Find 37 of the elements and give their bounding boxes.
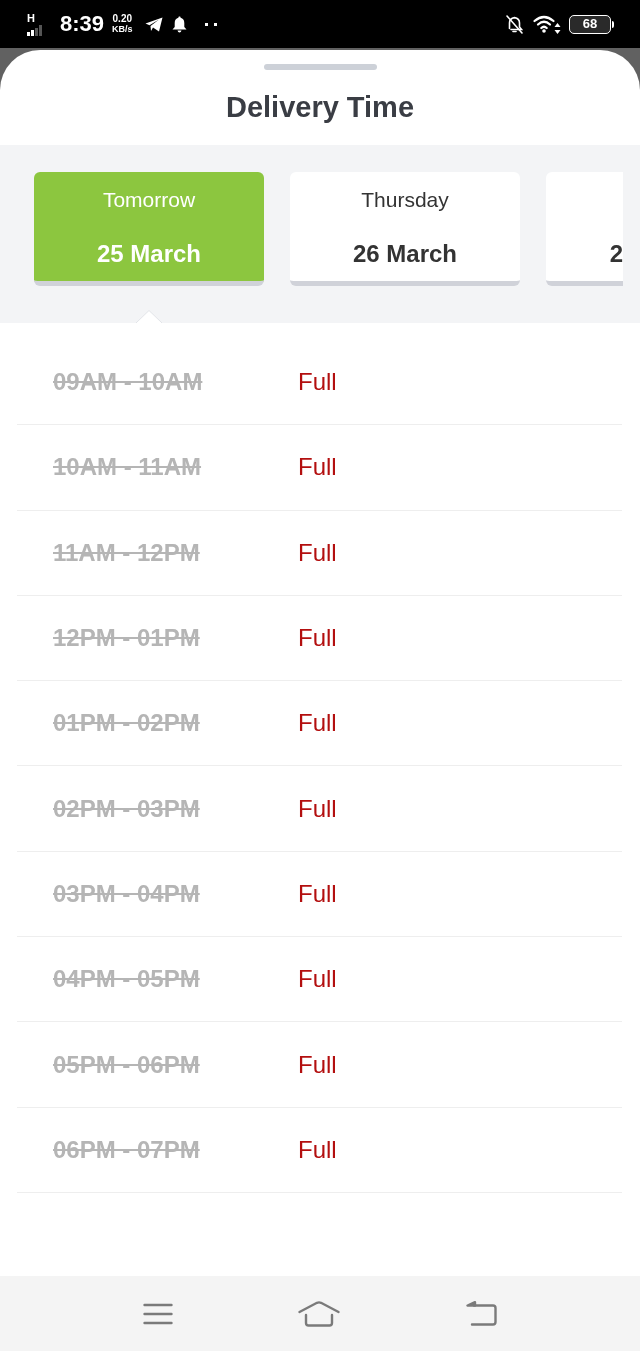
time-slot: 09AM - 10AM	[53, 368, 203, 396]
speed-unit: KB/s	[112, 25, 133, 34]
slot-status: Full	[298, 367, 337, 398]
slot-status: Full	[298, 708, 337, 739]
speed-value: 0.20	[112, 14, 133, 24]
slot-status: Full	[298, 964, 337, 995]
battery-indicator: 68	[569, 14, 614, 34]
time-slot: 02PM - 03PM	[53, 794, 200, 822]
time-slot: 11AM - 12PM	[53, 538, 200, 566]
slot-status: Full	[298, 793, 337, 824]
network-type: H	[27, 12, 35, 24]
time-slot: 05PM - 06PM	[53, 1050, 200, 1078]
slot-status: Full	[298, 452, 337, 483]
sheet-title: Delivery Time	[225, 93, 415, 122]
wifi-icon	[533, 14, 561, 34]
drag-handle[interactable]	[263, 64, 377, 70]
slot-status: Full	[298, 537, 337, 568]
slot-status: Full	[298, 623, 337, 654]
time-slot: 01PM - 02PM	[53, 709, 200, 737]
paper-plane-icon	[144, 16, 163, 32]
home-icon[interactable]	[298, 1300, 341, 1327]
date-card[interactable]: Thursday 26 March	[290, 172, 520, 286]
time-slot: 06PM - 07PM	[53, 1135, 200, 1163]
time-slot: 10AM - 11AM	[53, 453, 202, 481]
bell-off-icon	[506, 14, 523, 34]
time-slot: 04PM - 05PM	[53, 965, 200, 993]
back-icon[interactable]	[466, 1301, 498, 1326]
slot-status: Full	[298, 1134, 337, 1165]
slot-status: Full	[298, 878, 337, 909]
date-card[interactable]: 2	[546, 172, 623, 286]
bell-icon	[171, 15, 187, 33]
slot-status: Full	[298, 1049, 337, 1080]
time-slot: 03PM - 04PM	[53, 879, 200, 907]
clock-time: 8:39	[60, 13, 105, 35]
menu-icon[interactable]	[142, 1302, 173, 1325]
signal-icon	[27, 24, 42, 36]
time-slot: 12PM - 01PM	[53, 624, 200, 652]
